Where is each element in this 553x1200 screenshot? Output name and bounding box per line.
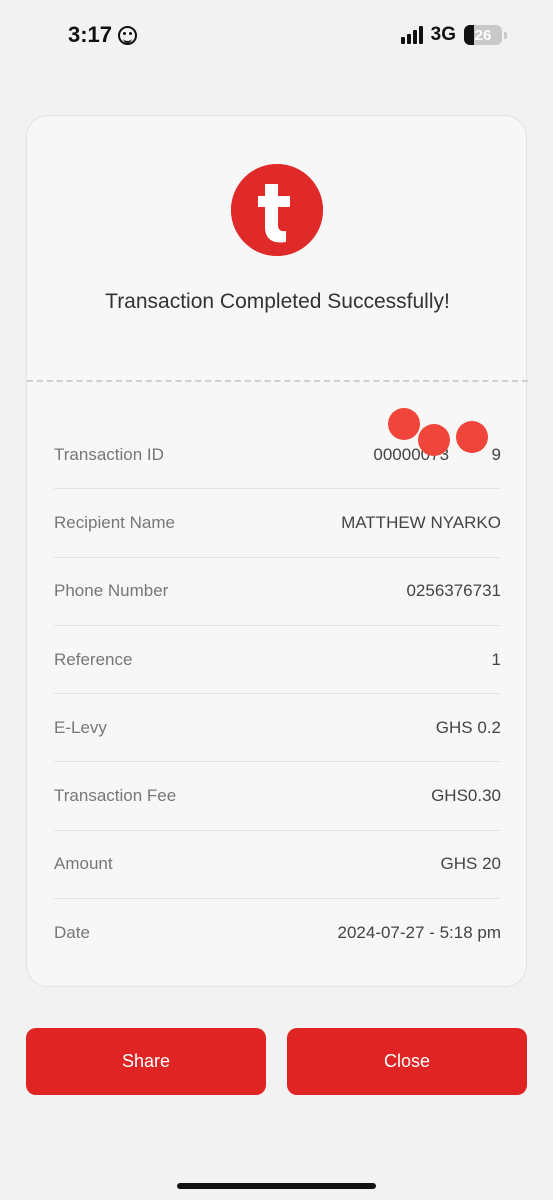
detail-row-amount: Amount GHS 20 — [54, 831, 501, 900]
detail-row-e-levy: E-Levy GHS 0.2 — [54, 694, 501, 763]
detail-value: 1 — [491, 649, 501, 669]
detail-value: GHS 0.2 — [435, 717, 501, 737]
detail-value: GHS0.30 — [431, 786, 501, 806]
dashed-divider — [27, 380, 528, 382]
detail-value: 2024-07-27 - 5:18 pm — [337, 923, 502, 943]
detail-row-transaction-fee: Transaction Fee GHS0.30 — [54, 762, 501, 831]
detail-row-phone-number: Phone Number 0256376731 — [54, 558, 501, 626]
redaction-mark — [418, 424, 450, 456]
redaction-mark — [388, 408, 420, 440]
network-type: 3G — [430, 24, 456, 45]
share-button[interactable]: Share — [26, 1028, 266, 1095]
detail-label: Phone Number — [54, 581, 169, 601]
detail-label: Transaction Fee — [54, 786, 177, 806]
telecel-logo-icon — [231, 164, 323, 256]
detail-value: GHS 20 — [440, 854, 501, 874]
detail-row-reference: Reference 1 — [54, 626, 501, 695]
home-indicator[interactable] — [177, 1183, 376, 1189]
detail-label: Recipient Name — [54, 512, 175, 532]
detail-value: MATTHEW NYARKO — [341, 512, 501, 532]
detail-label: E-Levy — [54, 717, 107, 737]
signal-strength-icon — [400, 26, 423, 44]
status-indicators: 3G 26 — [400, 24, 507, 46]
receipt-card: Transaction Completed Successfully! Tran… — [26, 115, 528, 987]
detail-row-transaction-id: Transaction ID 00000073 9 — [54, 408, 501, 490]
detail-row-recipient-name: Recipient Name MATTHEW NYARKO — [54, 489, 501, 558]
detail-label: Amount — [54, 854, 113, 874]
close-button[interactable]: Close — [287, 1028, 527, 1095]
detail-label: Transaction ID — [54, 444, 164, 464]
detail-row-date: Date 2024-07-27 - 5:18 pm — [54, 899, 501, 967]
detail-label: Reference — [54, 649, 133, 669]
status-time: 3:17 — [68, 22, 138, 48]
transaction-details: Transaction ID 00000073 9 Recipient Name… — [54, 408, 501, 967]
status-bar: 3:17 3G 26 — [0, 0, 553, 75]
redaction-mark — [456, 421, 488, 453]
detail-value: 0256376731 — [406, 581, 501, 601]
battery-level: 26 — [474, 26, 492, 44]
detail-label: Date — [54, 923, 90, 943]
success-title: Transaction Completed Successfully! — [105, 290, 450, 313]
smiling-face-icon — [118, 25, 138, 45]
battery-cap — [504, 31, 507, 39]
clock-text: 3:17 — [68, 22, 113, 47]
battery-icon: 26 — [464, 25, 502, 45]
